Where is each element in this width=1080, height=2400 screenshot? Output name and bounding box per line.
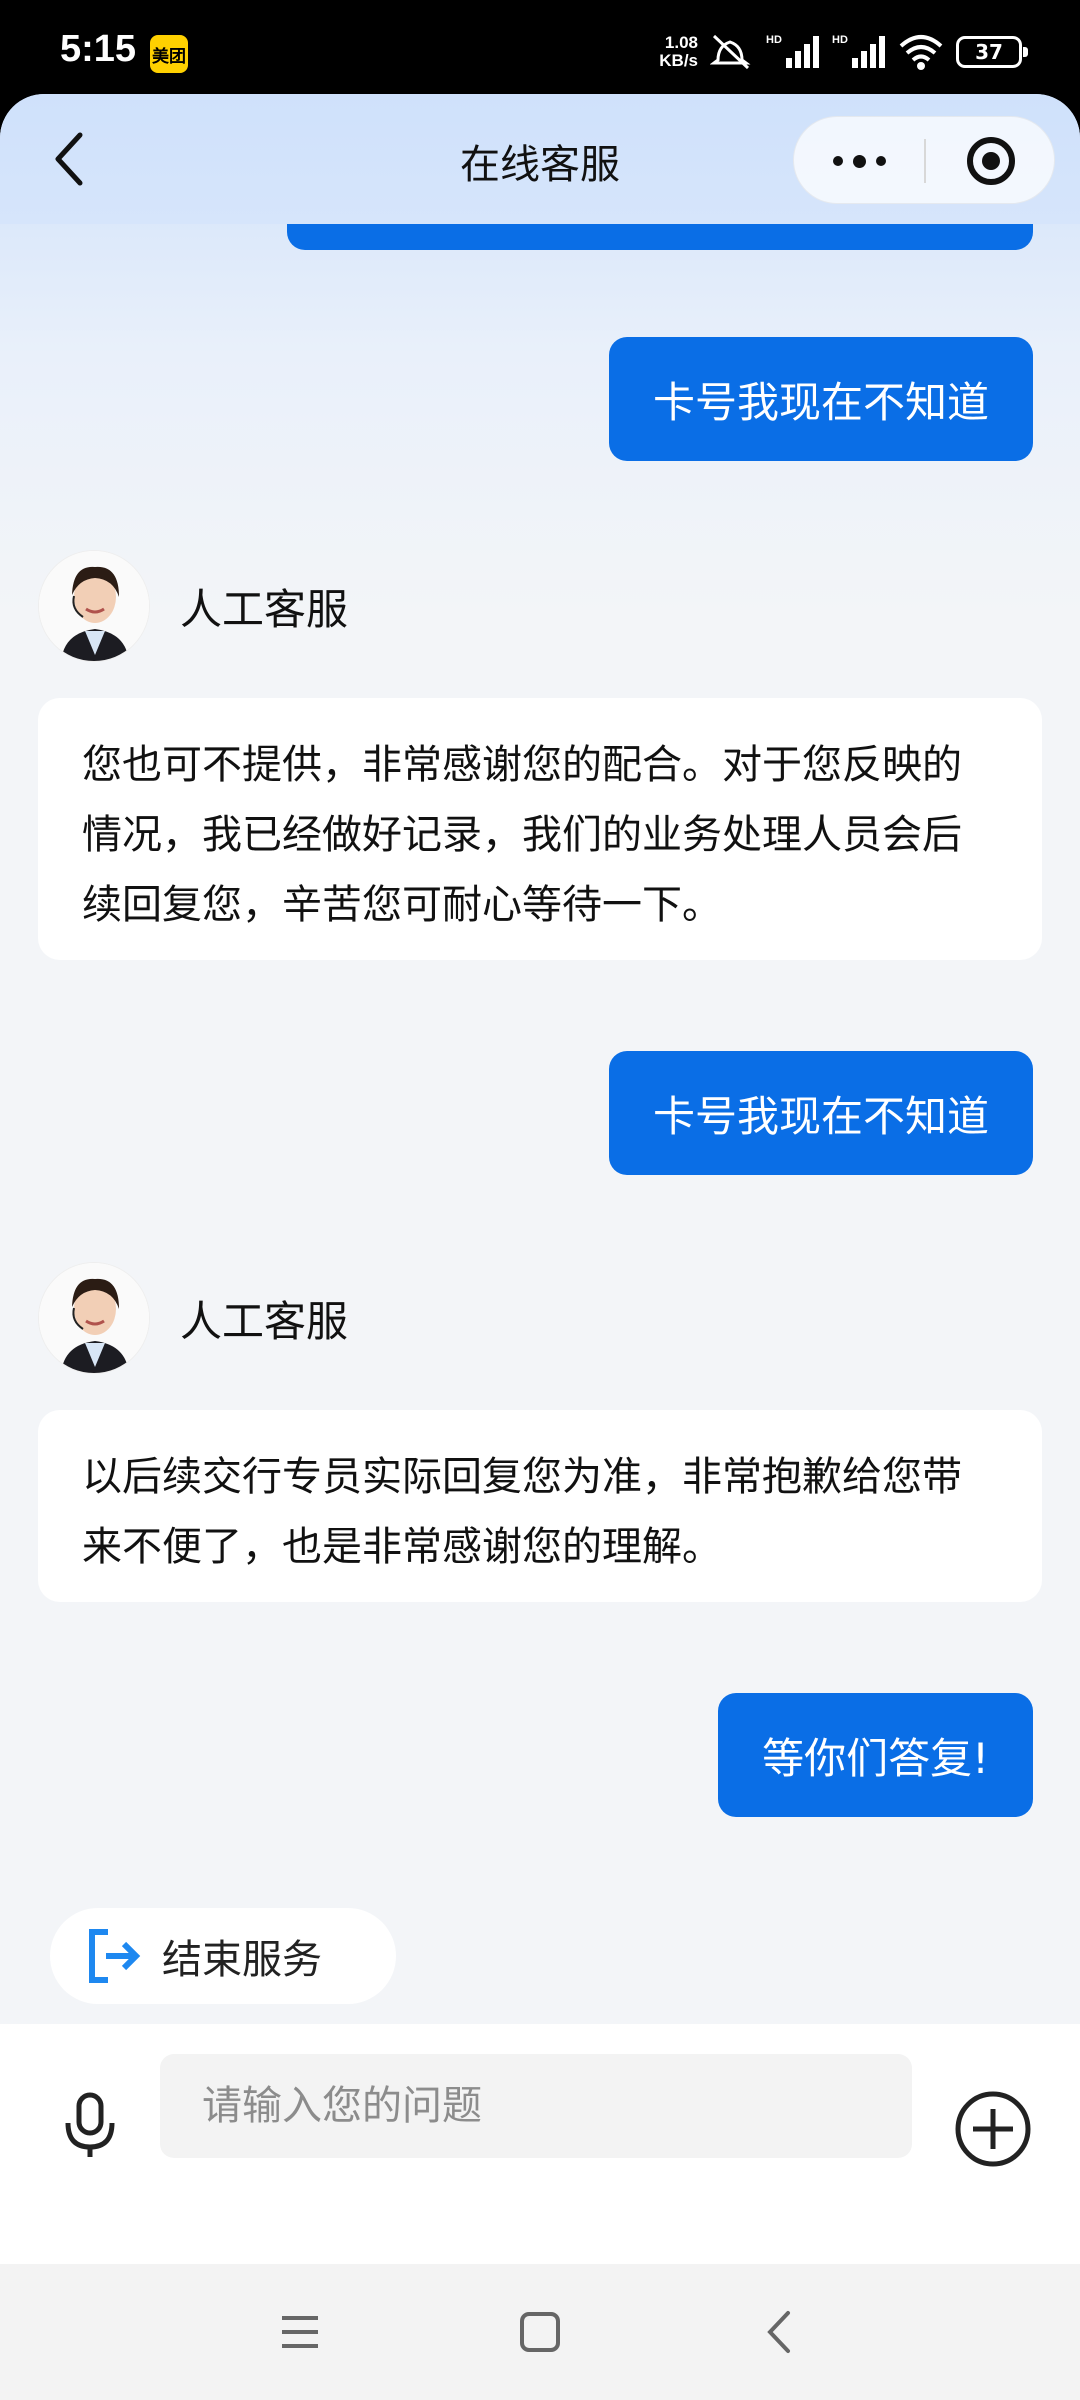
status-bar: 5:15 美团 1.08 KB/s HD HD 37 <box>0 0 1080 100</box>
user-message: 等你们答复! <box>718 1693 1033 1817</box>
agent-avatar <box>38 1262 150 1374</box>
system-navigation-bar <box>0 2264 1080 2400</box>
battery-icon: 37 <box>956 36 1028 68</box>
user-message: 卡号我现在不知道 <box>608 1051 1033 1175</box>
mute-icon <box>710 32 754 72</box>
chat-messages[interactable]: 卡号我现在不知道 人工客服 您也可不提供，非常感谢您的配合。对于您反映的情况，我… <box>0 94 1080 2024</box>
agent-message: 以后续交行专员实际回复您为准，非常抱歉给您带来不便了，也是非常感谢您的理解。 <box>38 1410 1042 1602</box>
agent-header: 人工客服 <box>38 550 348 662</box>
network-speed: 1.08 KB/s <box>659 34 698 70</box>
chat-window: 卡号我现在不知道 人工客服 您也可不提供，非常感谢您的配合。对于您反映的情况，我… <box>0 94 1080 2400</box>
menu-button[interactable] <box>265 2297 335 2367</box>
more-actions-button[interactable] <box>950 2086 1036 2172</box>
message-input[interactable] <box>160 2054 912 2158</box>
more-icon-dot <box>875 156 886 166</box>
meituan-notification-icon: 美团 <box>150 35 188 73</box>
user-message: 卡号我现在不知道 <box>608 337 1033 461</box>
home-button[interactable] <box>505 2297 575 2367</box>
more-icon-dot <box>852 154 866 168</box>
status-time: 5:15 <box>60 28 137 70</box>
input-bar <box>0 2024 1080 2264</box>
network-speed-unit: KB/s <box>659 51 698 70</box>
home-square-icon <box>520 2312 560 2352</box>
end-service-label: 结束服务 <box>162 1937 322 1983</box>
status-icons: 1.08 KB/s HD HD 37 <box>659 30 1028 74</box>
menu-icon <box>282 2316 318 2348</box>
close-mini-program-icon <box>967 137 1015 185</box>
agent-avatar <box>38 550 150 662</box>
agent-message: 您也可不提供，非常感谢您的配合。对于您反映的情况，我已经做好记录，我们的业务处理… <box>38 698 1042 960</box>
mini-program-capsule <box>793 116 1055 204</box>
network-speed-value: 1.08 <box>664 33 698 52</box>
system-back-button[interactable] <box>745 2297 815 2367</box>
agent-name: 人工客服 <box>180 1296 349 1346</box>
plus-circle-icon <box>955 2091 1031 2167</box>
chevron-left-icon <box>767 2311 790 2353</box>
agent-name: 人工客服 <box>180 584 349 634</box>
more-button[interactable] <box>794 117 924 205</box>
signal-hd-icon: HD <box>832 32 886 72</box>
svg-text:HD: HD <box>766 34 782 46</box>
nav-bar: 在线客服 <box>0 94 1080 224</box>
more-icon-dot <box>832 156 843 166</box>
agent-header: 人工客服 <box>38 1262 348 1374</box>
close-mini-program-button[interactable] <box>926 117 1056 205</box>
wifi-icon <box>898 32 944 72</box>
signal-hd-icon: HD <box>766 32 820 72</box>
microphone-icon <box>65 2092 115 2157</box>
exit-icon <box>84 1926 144 1986</box>
svg-text:HD: HD <box>832 34 848 46</box>
voice-button[interactable] <box>50 2086 130 2166</box>
end-service-button[interactable]: 结束服务 <box>50 1908 396 2004</box>
